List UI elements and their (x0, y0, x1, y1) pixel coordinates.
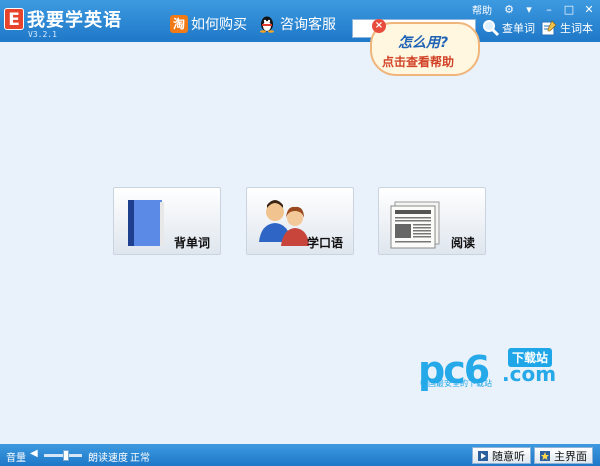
app-title: 我要学英语 (27, 10, 122, 31)
lookup-word-label: 查单词 (502, 22, 535, 35)
tile-memorize-words[interactable]: 背单词 (113, 187, 221, 255)
watermark-domain: .com (502, 362, 557, 386)
wordbook-icon (541, 20, 557, 36)
help-link[interactable]: 帮助 (472, 2, 492, 17)
volume-label: 音量 (6, 453, 26, 464)
help-bubble[interactable]: × 怎么用? 点击查看帮助 (370, 19, 480, 76)
customer-service-link[interactable]: 咨询客服 (258, 14, 336, 34)
random-listen-icon (478, 450, 488, 461)
lookup-word-button[interactable]: 查单词 (482, 18, 535, 38)
customer-service-label: 咨询客服 (280, 17, 336, 33)
help-bubble-question: 怎么用? (398, 35, 449, 51)
magnifier-icon (483, 20, 500, 37)
help-bubble-close-icon[interactable]: × (372, 19, 386, 33)
wordbook-label: 生词本 (560, 22, 593, 35)
maximize-icon[interactable]: □ (562, 3, 576, 16)
random-listen-button[interactable]: 随意听 (472, 447, 531, 464)
skin-icon[interactable]: ⚙ (502, 3, 516, 16)
close-icon[interactable]: ✕ (582, 3, 596, 16)
tile-memorize-words-label: 背单词 (173, 236, 210, 250)
taobao-icon: 淘 (170, 15, 188, 33)
how-to-buy-label: 如何购买 (191, 17, 247, 33)
help-bubble-hint: 点击查看帮助 (382, 55, 455, 69)
main-ui-label: 主界面 (554, 449, 587, 463)
volume-slider-knob[interactable] (63, 450, 70, 461)
title-bar: E 我要学英语 V3.2.1 淘 如何购买 咨询客服 帮助 ⚙ ▾ – □ ✕ … (0, 0, 600, 42)
random-listen-label: 随意听 (492, 449, 525, 463)
qq-penguin-icon (260, 16, 274, 33)
menu-icon[interactable]: ▾ (522, 3, 536, 16)
speaker-icon[interactable]: ◀ (30, 448, 38, 459)
how-to-buy-link[interactable]: 淘 如何购买 (170, 14, 247, 34)
people-icon (259, 200, 309, 246)
book-icon (128, 200, 164, 246)
tile-speaking-label: 学口语 (306, 236, 343, 250)
tile-reading-label: 阅读 (450, 236, 475, 250)
volume-slider[interactable] (44, 450, 82, 461)
reading-speed-label: 朗读速度 (88, 453, 128, 464)
main-ui-button[interactable]: 主界面 (534, 447, 593, 464)
app-version: V3.2.1 (28, 30, 57, 39)
window-controls: 帮助 ⚙ ▾ – □ ✕ (472, 2, 596, 17)
status-bar: 音量 ◀ 朗读速度 正常 随意听 主界面 (0, 444, 600, 466)
reading-speed-value[interactable]: 正常 (130, 449, 150, 464)
tile-reading[interactable]: 阅读 (378, 187, 486, 255)
pc6-watermark: pc6 下载站 .com 中国最安全的下载站 (418, 348, 563, 393)
newspaper-icon (390, 201, 440, 249)
wordbook-button[interactable]: 生词本 (540, 18, 593, 38)
app-logo-icon: E (4, 8, 24, 30)
home-star-icon (540, 450, 550, 461)
watermark-slogan: 中国最安全的下载站 (420, 379, 492, 388)
tile-speaking[interactable]: 学口语 (246, 187, 354, 255)
minimize-icon[interactable]: – (542, 3, 556, 16)
